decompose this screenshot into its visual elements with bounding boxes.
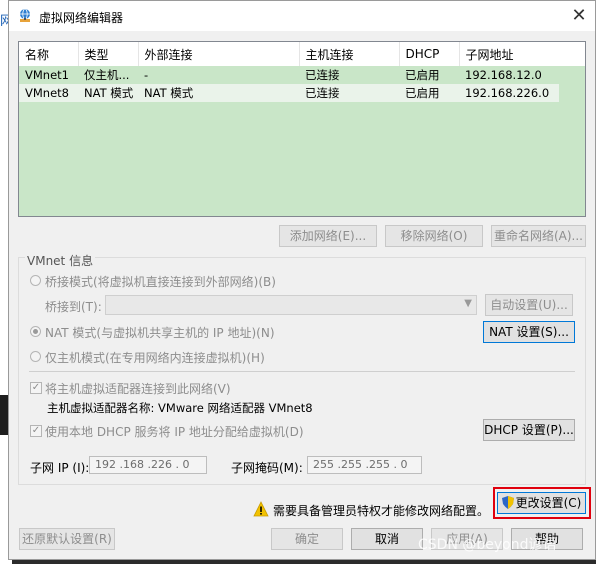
watermark: CSDN @beyond谚语 (418, 537, 557, 553)
adapter-name-label: 主机虚拟适配器名称: VMware 网络适配器 VMnet8 (47, 401, 313, 415)
close-button[interactable]: ✕ (565, 3, 593, 29)
network-table: 名称 类型 外部连接 主机连接 DHCP 子网地址 VMnet1 仅主机... … (19, 42, 560, 102)
network-list[interactable]: 名称 类型 外部连接 主机连接 DHCP 子网地址 VMnet1 仅主机... … (18, 41, 586, 217)
table-cell: NAT 模式 (138, 84, 299, 102)
network-globe-icon (20, 8, 30, 22)
admin-notice: 需要具备管理员特权才能修改网络配置。 (273, 504, 490, 518)
chevron-down-icon: ▼ (464, 298, 472, 309)
subnet-mask-input[interactable]: 255 .255 .255 . 0 (307, 456, 422, 474)
use-dhcp-checkbox[interactable]: ✓ (30, 425, 42, 437)
ok-button[interactable]: 确定 (271, 528, 343, 550)
restore-defaults-button[interactable]: 还原默认设置(R) (19, 528, 115, 550)
host-only-label: 仅主机模式(在专用网络内连接虚拟机)(H) (45, 351, 265, 365)
bridged-mode-radio[interactable] (30, 275, 41, 286)
nat-settings-button[interactable]: NAT 设置(S)... (483, 321, 575, 343)
rename-network-button[interactable]: 重命名网络(A)... (491, 225, 586, 247)
table-cell: 192.168.226.0 (459, 84, 559, 102)
list-header-filler (559, 42, 585, 66)
highlight-box (493, 487, 591, 519)
cancel-button[interactable]: 取消 (351, 528, 423, 550)
window-title: 虚拟网络编辑器 (39, 11, 124, 25)
table-cell: 192.168.12.0 (459, 66, 559, 84)
warning-icon (253, 501, 269, 517)
column-header-external[interactable]: 外部连接 (138, 42, 300, 66)
connect-adapter-checkbox[interactable]: ✓ (30, 382, 42, 394)
host-only-radio[interactable] (30, 351, 41, 362)
table-cell: VMnet8 (19, 84, 78, 102)
column-header-host[interactable]: 主机连接 (299, 42, 400, 66)
bridged-to-label: 桥接到(T): (45, 300, 102, 314)
add-network-button[interactable]: 添加网络(E)... (279, 225, 377, 247)
table-row[interactable]: VMnet1 仅主机... - 已连接 已启用 192.168.12.0 (19, 66, 559, 84)
nat-mode-label: NAT 模式(与虚拟机共享主机的 IP 地址)(N) (45, 326, 275, 340)
column-header-subnet[interactable]: 子网地址 (459, 42, 560, 66)
bridged-to-select[interactable]: ▼ (105, 295, 477, 315)
table-header-row: 名称 类型 外部连接 主机连接 DHCP 子网地址 (19, 42, 560, 66)
virtual-network-editor-dialog: 虚拟网络编辑器 ✕ 名称 类型 外部连接 主机连接 DHCP 子网地址 VMne… (8, 0, 596, 560)
table-cell: NAT 模式 (78, 84, 138, 102)
column-header-dhcp[interactable]: DHCP (399, 42, 460, 66)
table-cell: 已连接 (299, 84, 399, 102)
vmnet-info-title: VMnet 信息 (25, 252, 96, 269)
table-cell: - (138, 66, 299, 84)
table-cell: 已连接 (299, 66, 399, 84)
title-bar: 虚拟网络编辑器 ✕ (9, 1, 595, 31)
bridged-mode-label: 桥接模式(将虚拟机直接连接到外部网络)(B) (45, 275, 276, 289)
remove-network-button[interactable]: 移除网络(O) (385, 225, 483, 247)
column-header-name[interactable]: 名称 (19, 42, 79, 66)
subnet-ip-label: 子网 IP (I): (30, 461, 90, 475)
dhcp-settings-button[interactable]: DHCP 设置(P)... (483, 419, 575, 441)
use-dhcp-label: 使用本地 DHCP 服务将 IP 地址分配给虚拟机(D) (45, 425, 304, 439)
column-header-type[interactable]: 类型 (78, 42, 139, 66)
table-cell: 已启用 (399, 66, 459, 84)
nat-mode-radio[interactable] (30, 326, 41, 337)
table-row[interactable]: VMnet8 NAT 模式 NAT 模式 已连接 已启用 192.168.226… (19, 84, 559, 102)
subnet-ip-input[interactable]: 192 .168 .226 . 0 (89, 456, 207, 474)
table-cell: VMnet1 (19, 66, 78, 84)
connect-adapter-label: 将主机虚拟适配器连接到此网络(V) (45, 382, 231, 396)
divider (29, 371, 575, 372)
auto-settings-button[interactable]: 自动设置(U)... (485, 294, 573, 316)
subnet-mask-label: 子网掩码(M): (231, 461, 303, 475)
table-cell: 仅主机... (78, 66, 138, 84)
table-cell: 已启用 (399, 84, 459, 102)
background-right-strip (596, 0, 604, 564)
